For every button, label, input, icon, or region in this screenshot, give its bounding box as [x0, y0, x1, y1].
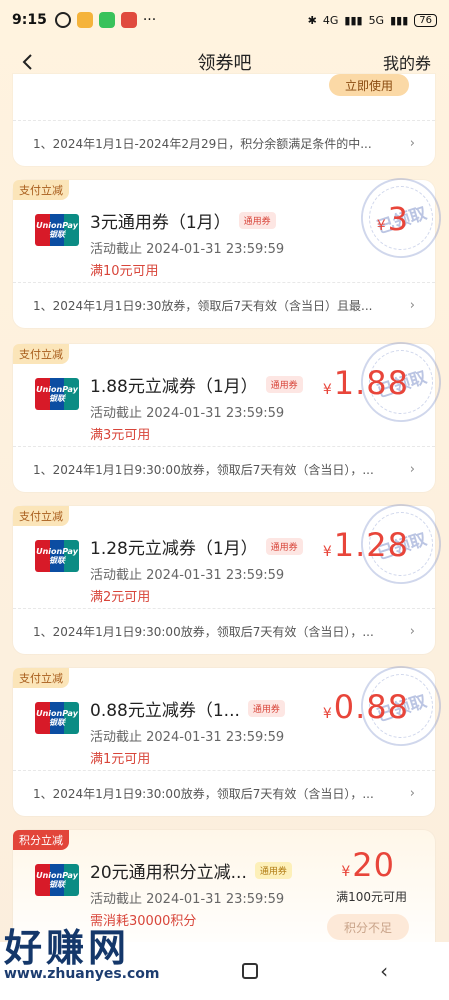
- app-notification-icon: [76, 12, 93, 28]
- coupon-title: 1.88元立减券（1月） 通用券: [90, 372, 303, 397]
- unionpay-logo: UnionPay 银联: [35, 864, 79, 896]
- coupon-note[interactable]: 1、2024年1月1日9:30:00放券，领取后7天有效（含当日），... ›: [13, 608, 435, 654]
- coupon-title: 3元通用券（1月） 通用券: [90, 208, 276, 233]
- coupon-card-partial: 立即使用 1、2024年1月1日-2024年2月29日，积分余额满足条件的中..…: [13, 74, 435, 166]
- use-now-button[interactable]: 立即使用: [329, 74, 409, 96]
- coupon-condition: 满10元可用: [90, 264, 159, 279]
- coupon-deadline: 活动截止 2024-01-31 23:59:59: [90, 242, 285, 257]
- watermark-title: 好赚网: [4, 926, 131, 970]
- coupon-badge: 通用券: [238, 212, 276, 229]
- home-button[interactable]: [242, 963, 259, 979]
- coupon-title: 1.28元立减券（1月） 通用券: [90, 534, 303, 559]
- coupon-amount: ¥ 0.88: [323, 688, 409, 726]
- coupon-title-text: 1.88元立减券（1月）: [90, 377, 258, 397]
- coupon-badge: 通用券: [254, 862, 292, 879]
- coupon-condition: 满1元可用: [90, 752, 151, 767]
- my-coupons-link[interactable]: 我的券: [383, 50, 431, 74]
- coupon-tag: 支付立减: [13, 344, 69, 364]
- coupon-card: 支付立减 UnionPay 银联 1.88元立减券（1月） 通用券 活动截止 20…: [13, 331, 449, 492]
- coupon-note[interactable]: 1、2024年1月1日9:30:00放券，领取后7天有效（含当日），... ›: [13, 770, 435, 816]
- note-text: 1、2024年1月1日9:30:00放券，领取后7天有效（含当日），...: [33, 463, 374, 477]
- insufficient-points-button[interactable]: 积分不足: [327, 914, 409, 940]
- coupon-amount: ¥ 20: [341, 846, 395, 884]
- note-text: 1、2024年1月1日9:30:00放券，领取后7天有效（含当日），...: [33, 625, 374, 639]
- currency-symbol: ¥: [341, 864, 351, 880]
- chevron-right-icon: ›: [409, 136, 415, 151]
- min-spend-text: 满100元可用: [336, 890, 407, 904]
- amount-value: 3: [387, 200, 409, 238]
- signal-icon: ▮▮▮: [344, 13, 363, 27]
- currency-symbol: ¥: [322, 382, 332, 398]
- coupon-title-text: 20元通用积分立减...: [90, 863, 247, 883]
- unionpay-logo: UnionPay 银联: [35, 214, 79, 246]
- coupon-note[interactable]: 1、2024年1月1日-2024年2月29日，积分余额满足条件的中... ›: [13, 120, 435, 166]
- wechat-icon: [98, 12, 115, 28]
- coupon-title-text: 1.28元立减券（1月）: [90, 539, 258, 559]
- unionpay-logo: UnionPay 银联: [35, 540, 79, 572]
- coupon-note[interactable]: 1、2024年1月1日9:30:00放券，领取后7天有效（含当日），... ›: [13, 446, 435, 492]
- amount-value: 1.28: [333, 526, 409, 564]
- status-bar: 9:15 ··· ✱ 4G ▮▮▮ 5G ▮▮▮ 76: [0, 0, 449, 40]
- currency-symbol: ¥: [376, 218, 386, 234]
- chevron-left-icon: [22, 54, 32, 70]
- signal-icon-2: ▮▮▮: [390, 13, 409, 27]
- chevron-right-icon: ›: [409, 786, 415, 801]
- unionpay-logo: UnionPay 银联: [35, 702, 79, 734]
- santa-app-icon: [120, 12, 137, 28]
- note-text: 1、2024年1月1日9:30放券，领取后7天有效（含当日）且最...: [33, 299, 373, 313]
- coupon-title-text: 0.88元立减券（1...: [90, 701, 240, 721]
- currency-symbol: ¥: [322, 706, 332, 722]
- coupon-tag: 支付立减: [13, 668, 69, 688]
- watermark-url: www.zhuanyes.com: [4, 966, 160, 982]
- coupon-title: 0.88元立减券（1... 通用券: [90, 696, 285, 721]
- amount-value: 20: [352, 846, 395, 884]
- more-icon: ···: [142, 12, 157, 28]
- currency-symbol: ¥: [322, 544, 332, 560]
- coupon-badge: 通用券: [265, 538, 303, 555]
- coupon-title: 20元通用积分立减... 通用券: [90, 858, 292, 883]
- coupon-deadline: 活动截止 2024-01-31 23:59:59: [90, 892, 285, 907]
- amount-value: 0.88: [333, 688, 409, 726]
- network-label-2: 5G: [368, 13, 385, 27]
- page-title: 领券吧: [197, 53, 252, 74]
- notification-icons: ···: [54, 12, 157, 28]
- bluetooth-icon: ✱: [307, 13, 317, 27]
- coupon-deadline: 活动截止 2024-01-31 23:59:59: [90, 730, 285, 745]
- alarm-icon: [54, 12, 71, 28]
- coupon-card: 支付立减 UnionPay 银联 1.28元立减券（1月） 通用券 活动截止 20…: [13, 493, 449, 654]
- coupon-note[interactable]: 1、2024年1月1日9:30放券，领取后7天有效（含当日）且最... ›: [13, 282, 435, 328]
- battery-icon: 76: [414, 13, 437, 27]
- coupon-amount: ¥ 1.28: [323, 526, 409, 564]
- status-time: 9:15: [12, 12, 47, 28]
- coupon-condition: 满3元可用: [90, 428, 151, 443]
- coupon-card: 支付立减 UnionPay 银联 3元通用券（1月） 通用券 活动截止 2024-…: [13, 167, 449, 328]
- note-text: 1、2024年1月1日-2024年2月29日，积分余额满足条件的中...: [33, 137, 372, 151]
- coupon-tag: 积分立减: [13, 830, 69, 850]
- chevron-right-icon: ›: [409, 298, 415, 313]
- amount-value: 1.88: [333, 364, 409, 402]
- coupon-deadline: 活动截止 2024-01-31 23:59:59: [90, 568, 285, 583]
- chevron-right-icon: ›: [409, 624, 415, 639]
- coupon-badge: 通用券: [247, 700, 285, 717]
- coupon-title-text: 3元通用券（1月）: [90, 213, 231, 233]
- coupon-tag: 支付立减: [13, 506, 69, 526]
- chevron-right-icon: ›: [409, 462, 415, 477]
- back-button[interactable]: [14, 48, 42, 76]
- nav-back-button[interactable]: ‹: [380, 959, 388, 983]
- coupon-deadline: 活动截止 2024-01-31 23:59:59: [90, 406, 285, 421]
- coupon-amount: ¥ 1.88: [323, 364, 409, 402]
- coupon-amount: ¥ 3: [377, 200, 409, 238]
- coupon-condition: 满2元可用: [90, 590, 151, 605]
- coupon-card: 支付立减 UnionPay 银联 0.88元立减券（1... 通用券 活动截止 2…: [13, 655, 449, 816]
- coupon-badge: 通用券: [265, 376, 303, 393]
- note-text: 1、2024年1月1日9:30:00放券，领取后7天有效（含当日），...: [33, 787, 374, 801]
- status-right: ✱ 4G ▮▮▮ 5G ▮▮▮ 76: [307, 13, 437, 27]
- network-label-1: 4G: [322, 13, 339, 27]
- coupon-tag: 支付立减: [13, 180, 69, 200]
- site-watermark: 好赚网 www.zhuanyes.com: [4, 928, 160, 982]
- unionpay-logo: UnionPay 银联: [35, 378, 79, 410]
